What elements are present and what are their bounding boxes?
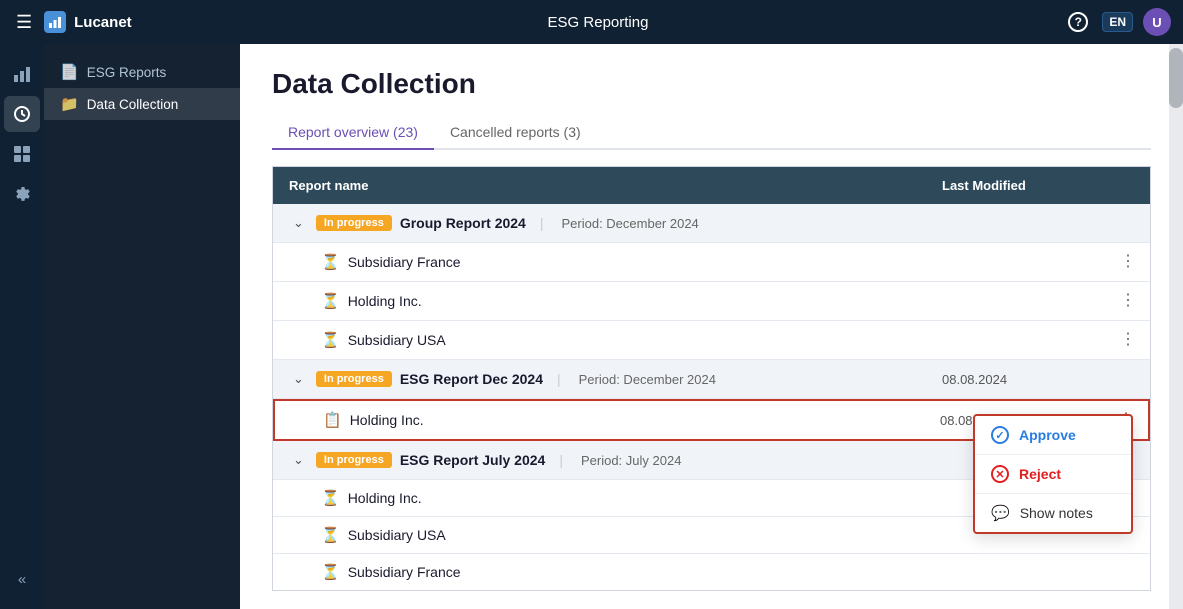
period-label: Period: December 2024: [579, 372, 716, 387]
sidebar-collapse-button[interactable]: «: [4, 561, 40, 597]
row-name-cell: ⏳ Subsidiary France: [273, 554, 926, 590]
tab-report-overview[interactable]: Report overview (23): [272, 116, 434, 150]
context-menu-reject[interactable]: ✕ Reject: [975, 455, 1131, 494]
text-sidebar: 📄 ESG Reports 📁 Data Collection: [44, 44, 240, 609]
period-label: Period: July 2024: [581, 453, 681, 468]
hamburger-menu-button[interactable]: ☰: [12, 8, 36, 37]
table-row: ⏳ Subsidiary USA ⋮: [273, 321, 1150, 360]
row-name-cell: ⌄ In progress ESG Report July 2024 | Per…: [273, 441, 926, 479]
group-report-label: Group Report 2024: [400, 215, 526, 231]
more-actions-button[interactable]: ⋮: [1116, 330, 1140, 350]
header-actions: [1106, 167, 1150, 204]
language-selector[interactable]: EN: [1102, 12, 1133, 32]
icon-sidebar: «: [0, 44, 44, 609]
sidebar-icon-grid[interactable]: [4, 136, 40, 172]
table-row: ⌄ In progress Group Report 2024 | Period…: [273, 204, 1150, 243]
clock-icon: ⏳: [321, 292, 340, 310]
status-badge: In progress: [316, 452, 392, 468]
sub-report-name: Subsidiary USA: [348, 527, 446, 543]
tabs-bar: Report overview (23) Cancelled reports (…: [272, 116, 1151, 150]
group-report-label: ESG Report July 2024: [400, 452, 546, 468]
clock-icon: ⏳: [321, 331, 340, 349]
table-row: ⌄ In progress ESG Report Dec 2024 | Peri…: [273, 360, 1150, 399]
sidebar-icon-charts[interactable]: [4, 56, 40, 92]
table-row: ⏳ Holding Inc. ⋮: [273, 282, 1150, 321]
row-modified-cell: [926, 563, 1106, 581]
header-last-modified: Last Modified: [926, 167, 1106, 204]
sub-report-name: Subsidiary France: [348, 564, 461, 580]
period-label: Period: December 2024: [561, 216, 698, 231]
top-navigation: ☰ Lucanet ESG Reporting ? EN U: [0, 0, 1183, 44]
main-content: Data Collection Report overview (23) Can…: [240, 44, 1183, 609]
context-menu-show-notes[interactable]: 💬 Show notes: [975, 494, 1131, 532]
row-name-cell: 📋 Holding Inc.: [275, 402, 924, 438]
sidebar-item-data-collection-label: Data Collection: [87, 97, 179, 112]
tab-cancelled-reports[interactable]: Cancelled reports (3): [434, 116, 597, 150]
topnav-actions: ? EN U: [1064, 8, 1171, 36]
row-modified-cell: 08.08.2024: [926, 363, 1106, 396]
logo-icon: [44, 11, 66, 33]
group-report-label: ESG Report Dec 2024: [400, 371, 543, 387]
context-menu-approve[interactable]: ✓ Approve: [975, 416, 1131, 455]
clock-icon: ⏳: [321, 489, 340, 507]
row-modified-cell: [926, 214, 1106, 232]
help-button[interactable]: ?: [1064, 8, 1092, 36]
more-actions-button[interactable]: ⋮: [1116, 291, 1140, 311]
notes-icon: 💬: [991, 504, 1010, 522]
row-actions-cell: [1106, 370, 1150, 388]
row-name-cell: ⏳ Holding Inc.: [273, 283, 926, 319]
sub-report-name: Holding Inc.: [348, 490, 422, 506]
row-actions-cell: ⋮: [1106, 243, 1150, 281]
row-expand-button[interactable]: ⌄: [289, 369, 308, 389]
approve-icon: ✓: [991, 426, 1009, 444]
row-modified-cell: [926, 331, 1106, 349]
table-header-row: Report name Last Modified: [273, 167, 1150, 204]
row-actions-cell: [1106, 563, 1150, 581]
sub-report-name: Subsidiary France: [348, 254, 461, 270]
row-name-cell: ⏳ Subsidiary USA: [273, 322, 926, 358]
app-name-label: Lucanet: [74, 14, 132, 31]
status-badge: In progress: [316, 371, 392, 387]
sub-report-name: Subsidiary USA: [348, 332, 446, 348]
header-report-name: Report name: [273, 167, 926, 204]
row-modified-cell: [926, 253, 1106, 271]
row-name-cell: ⏳ Holding Inc.: [273, 480, 926, 516]
row-name-cell: ⏳ Subsidiary France: [273, 244, 926, 280]
reject-icon: ✕: [991, 465, 1009, 483]
row-actions-cell: ⋮: [1106, 321, 1150, 359]
scrollbar[interactable]: [1169, 44, 1183, 609]
sidebar-item-esg-reports-label: ESG Reports: [87, 65, 167, 80]
row-expand-button[interactable]: ⌄: [289, 450, 308, 470]
table-row: ⏳ Subsidiary France: [273, 554, 1150, 590]
row-name-cell: ⌄ In progress Group Report 2024 | Period…: [273, 204, 926, 242]
data-collection-icon: 📁: [60, 95, 79, 113]
document-icon: 📋: [323, 411, 342, 429]
clock-icon: ⏳: [321, 563, 340, 581]
page-header-title: ESG Reporting: [132, 14, 1065, 31]
clock-icon: ⏳: [321, 253, 340, 271]
context-menu: ✓ Approve ✕ Reject 💬 Show notes: [973, 414, 1133, 534]
row-name-cell: ⌄ In progress ESG Report Dec 2024 | Peri…: [273, 360, 926, 398]
page-title: Data Collection: [272, 68, 1151, 100]
row-modified-cell: [926, 292, 1106, 310]
user-avatar[interactable]: U: [1143, 8, 1171, 36]
more-actions-button[interactable]: ⋮: [1116, 252, 1140, 272]
sub-report-name: Holding Inc.: [350, 412, 424, 428]
app-logo: Lucanet: [44, 11, 132, 33]
sidebar-item-data-collection[interactable]: 📁 Data Collection: [44, 88, 240, 120]
table-row: ⏳ Subsidiary France ⋮: [273, 243, 1150, 282]
status-badge: In progress: [316, 215, 392, 231]
esg-reports-icon: 📄: [60, 63, 79, 81]
clock-icon: ⏳: [321, 526, 340, 544]
row-expand-button[interactable]: ⌄: [289, 213, 308, 233]
sidebar-item-esg-reports[interactable]: 📄 ESG Reports: [44, 56, 240, 88]
row-actions-cell: ⋮: [1106, 282, 1150, 320]
sub-report-name: Holding Inc.: [348, 293, 422, 309]
row-name-cell: ⏳ Subsidiary USA: [273, 517, 926, 553]
scroll-thumb[interactable]: [1169, 48, 1183, 108]
main-layout: « 📄 ESG Reports 📁 Data Collection Data C…: [0, 44, 1183, 609]
row-actions-cell: [1106, 214, 1150, 232]
sidebar-icon-esg[interactable]: [4, 96, 40, 132]
sidebar-icon-settings[interactable]: [4, 176, 40, 212]
